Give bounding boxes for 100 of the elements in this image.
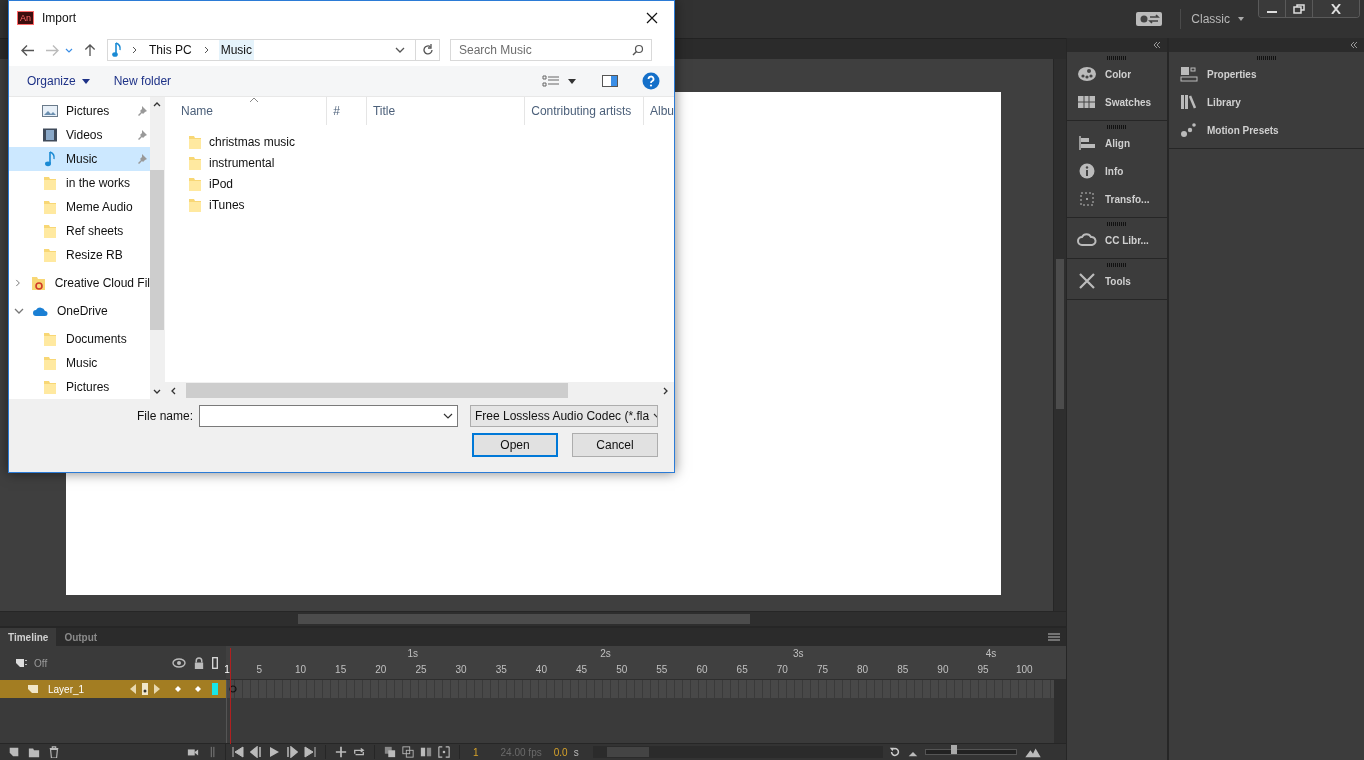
edit-frames-icon[interactable] — [420, 746, 432, 758]
pin-icon[interactable] — [137, 130, 147, 140]
layer-color-icon[interactable] — [212, 683, 218, 695]
collapse-icon[interactable] — [1350, 42, 1358, 48]
help-icon[interactable] — [642, 72, 660, 90]
menu-icon[interactable] — [1048, 633, 1060, 642]
file-list-scrollbar[interactable] — [165, 382, 674, 399]
file-type-dropdown[interactable]: Free Lossless Audio Codec (*.fla — [470, 405, 658, 427]
onion-outline-icon[interactable] — [402, 746, 414, 758]
file-item[interactable]: iPod — [165, 173, 674, 194]
pin-icon[interactable] — [137, 106, 147, 116]
file-item[interactable]: iTunes — [165, 194, 674, 215]
collapse-icon[interactable] — [1153, 42, 1161, 48]
layer-row[interactable]: Layer_1 — [0, 680, 226, 698]
column-header[interactable]: # — [327, 97, 367, 125]
open-button[interactable]: Open — [472, 433, 558, 457]
nav-scrollbar[interactable] — [150, 97, 164, 399]
scroll-down-icon[interactable] — [153, 389, 161, 394]
nav-item[interactable]: Meme Audio — [9, 195, 150, 219]
eye-icon[interactable] — [172, 657, 186, 669]
frame-number: 70 — [776, 664, 788, 675]
caret-icon[interactable] — [568, 78, 576, 84]
folder-icon[interactable] — [28, 746, 40, 758]
view-options-icon[interactable] — [542, 75, 560, 87]
restore-button[interactable] — [1286, 0, 1313, 17]
current-frame[interactable]: 1 — [473, 746, 479, 758]
lock-icon[interactable] — [192, 657, 206, 669]
cancel-button[interactable]: Cancel — [572, 433, 658, 457]
first-frame-icon[interactable] — [232, 746, 244, 758]
panel-button[interactable]: Library — [1169, 88, 1364, 116]
recent-dropdown-icon[interactable] — [65, 47, 73, 53]
center-frame-icon[interactable] — [335, 746, 347, 758]
nav-item[interactable]: Pictures — [9, 99, 150, 123]
last-frame-icon[interactable] — [304, 746, 316, 758]
file-name-field[interactable] — [199, 405, 458, 427]
up-icon[interactable] — [83, 43, 97, 57]
workspace-dropdown[interactable]: Classic — [1191, 12, 1244, 26]
nav-item[interactable]: Ref sheets — [9, 219, 150, 243]
outline-icon[interactable] — [14, 657, 28, 669]
vertical-scrollbar[interactable] — [1054, 680, 1066, 743]
nav-item[interactable]: Documents — [9, 327, 150, 351]
preview-pane-icon[interactable] — [602, 75, 618, 87]
new-layer-icon[interactable] — [8, 746, 20, 758]
camera-icon[interactable] — [187, 746, 199, 758]
zoom-slider-thumb[interactable] — [950, 745, 957, 754]
horizontal-scrollbar[interactable] — [0, 611, 1066, 626]
workspace-sync-icon[interactable] — [1136, 12, 1163, 26]
breadcrumb-item[interactable]: Music — [218, 40, 255, 60]
panel-button[interactable]: Align — [1067, 129, 1167, 157]
step-forward-icon[interactable] — [286, 746, 298, 758]
search-field[interactable]: Search Music — [450, 39, 652, 61]
new-folder-button[interactable]: New folder — [105, 72, 180, 90]
scroll-left-icon[interactable] — [171, 386, 176, 395]
timeline-scrollbar[interactable] — [592, 746, 883, 758]
scroll-up-icon[interactable] — [153, 102, 161, 107]
panel-button[interactable]: Swatches — [1067, 88, 1167, 116]
loop-icon[interactable] — [353, 746, 365, 758]
nav-item[interactable]: in the works — [9, 171, 150, 195]
file-item[interactable]: christmas music — [165, 131, 674, 152]
panel-button[interactable]: CC Libr... — [1067, 226, 1167, 254]
scroll-right-icon[interactable] — [663, 386, 668, 395]
address-bar[interactable]: This PC Music — [107, 39, 440, 61]
vertical-scrollbar[interactable] — [1053, 59, 1066, 611]
nav-item[interactable]: Pictures — [9, 375, 150, 399]
panel-tab[interactable]: Timeline — [0, 628, 57, 646]
undo-icon[interactable] — [888, 746, 901, 758]
expander-icon[interactable] — [14, 306, 24, 316]
step-back-icon[interactable] — [250, 746, 262, 758]
nav-item[interactable]: Videos — [9, 123, 150, 147]
nav-item[interactable]: Music — [9, 147, 150, 171]
nav-item[interactable]: Creative Cloud Fil — [9, 271, 150, 295]
dropdown-icon[interactable] — [443, 413, 453, 419]
elapsed-time[interactable]: 0.0 — [553, 746, 568, 758]
column-header[interactable]: Title — [366, 97, 526, 125]
organize-button[interactable]: Organize — [19, 72, 98, 90]
frame-ruler[interactable]: 1s 2s 3s 4s 1 5 10 15 20 25 30 35 40 45 50 55 60 65 70 75 80 85 90 95 100 — [226, 646, 1066, 680]
trash-icon[interactable] — [48, 746, 60, 758]
nav-item[interactable]: OneDrive — [9, 299, 150, 323]
file-item[interactable]: instrumental — [165, 152, 674, 173]
panel-button[interactable]: Color — [1067, 60, 1167, 88]
folder-icon — [187, 196, 203, 213]
play-icon[interactable] — [268, 746, 280, 758]
onion-skin-icon[interactable] — [384, 746, 396, 758]
column-header[interactable]: Albu — [643, 97, 674, 125]
panel-button[interactable]: Info — [1067, 157, 1167, 185]
nav-item[interactable]: Resize RB — [9, 243, 150, 267]
outline-box-icon[interactable] — [212, 657, 218, 669]
panel-button[interactable]: Motion Presets — [1169, 116, 1364, 144]
breadcrumb-item[interactable]: This PC — [147, 40, 194, 60]
close-button[interactable] — [1313, 0, 1359, 17]
column-header[interactable]: Name — [165, 97, 328, 125]
panel-button[interactable]: Tools — [1067, 267, 1167, 295]
minimize-button[interactable] — [1259, 0, 1286, 17]
markers-icon[interactable] — [438, 746, 450, 758]
dropdown-icon[interactable] — [395, 47, 405, 53]
panel-button[interactable]: Transfo... — [1067, 185, 1167, 213]
nav-item[interactable]: Music — [9, 351, 150, 375]
column-header[interactable]: Contributing artists — [525, 97, 644, 125]
back-icon[interactable] — [21, 43, 35, 57]
panel-button[interactable]: Properties — [1169, 60, 1364, 88]
